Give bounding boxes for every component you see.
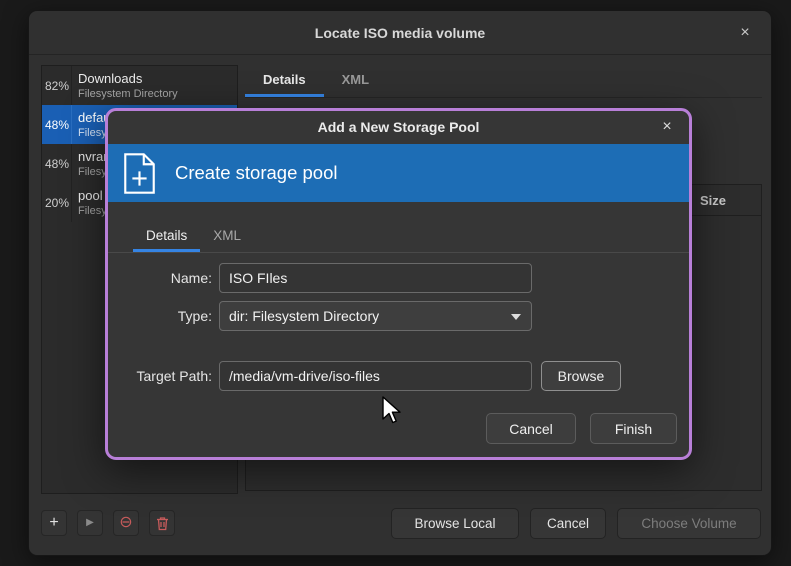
- dialog-tab-details[interactable]: Details: [133, 222, 200, 252]
- pool-list-item-downloads[interactable]: 82% Downloads Filesystem Directory: [42, 66, 237, 105]
- pool-usage-percent: 48%: [42, 105, 72, 144]
- dialog-close-button[interactable]: ×: [657, 117, 677, 137]
- dialog-titlebar: Add a New Storage Pool ×: [108, 111, 689, 144]
- dialog-tab-xml[interactable]: XML: [200, 222, 254, 252]
- add-pool-button[interactable]: +: [41, 510, 67, 536]
- play-icon: ▶: [86, 518, 94, 528]
- pool-detail-tabbar: Details XML: [245, 65, 762, 98]
- dialog-banner: Create storage pool: [108, 144, 689, 202]
- name-input[interactable]: [219, 263, 532, 293]
- dialog-tabbar: Details XML: [108, 222, 689, 253]
- new-pool-icon: [121, 152, 158, 195]
- tab-details[interactable]: Details: [245, 65, 324, 97]
- target-path-label: Target Path:: [108, 361, 212, 391]
- cancel-button[interactable]: Cancel: [530, 508, 606, 539]
- window-titlebar: Locate ISO media volume ×: [29, 11, 771, 55]
- delete-pool-button[interactable]: [149, 510, 175, 536]
- type-label: Type:: [108, 301, 212, 331]
- browse-button[interactable]: Browse: [541, 361, 621, 391]
- dialog-finish-button[interactable]: Finish: [590, 413, 677, 444]
- start-pool-button[interactable]: ▶: [77, 510, 103, 536]
- browse-local-button[interactable]: Browse Local: [391, 508, 519, 539]
- desktop-background: { "window": { "title": "Locate ISO media…: [0, 0, 791, 566]
- stop-pool-button[interactable]: ⊖: [113, 510, 139, 536]
- dialog-cancel-button[interactable]: Cancel: [486, 413, 576, 444]
- pool-usage-percent: 48%: [42, 144, 72, 183]
- dialog-title: Add a New Storage Pool: [108, 111, 689, 144]
- banner-title: Create storage pool: [175, 162, 338, 184]
- window-close-button[interactable]: ×: [735, 23, 755, 43]
- type-dropdown[interactable]: dir: Filesystem Directory: [219, 301, 532, 331]
- pool-usage-percent: 20%: [42, 183, 72, 222]
- plus-icon: +: [49, 515, 58, 531]
- mouse-cursor: [381, 396, 403, 431]
- pool-usage-percent: 82%: [42, 66, 72, 105]
- window-title: Locate ISO media volume: [315, 25, 485, 41]
- pool-name: Downloads: [78, 71, 178, 86]
- target-path-input[interactable]: [219, 361, 532, 391]
- choose-volume-button[interactable]: Choose Volume: [617, 508, 761, 539]
- stop-circle-icon: ⊖: [119, 515, 132, 531]
- trash-icon: [156, 516, 169, 531]
- size-column-header[interactable]: Size: [686, 185, 726, 216]
- name-label: Name:: [108, 263, 212, 293]
- type-dropdown-value: dir: Filesystem Directory: [229, 308, 379, 324]
- tab-xml[interactable]: XML: [324, 65, 387, 97]
- chevron-down-icon: [511, 314, 521, 320]
- pool-type: Filesystem Directory: [78, 88, 178, 100]
